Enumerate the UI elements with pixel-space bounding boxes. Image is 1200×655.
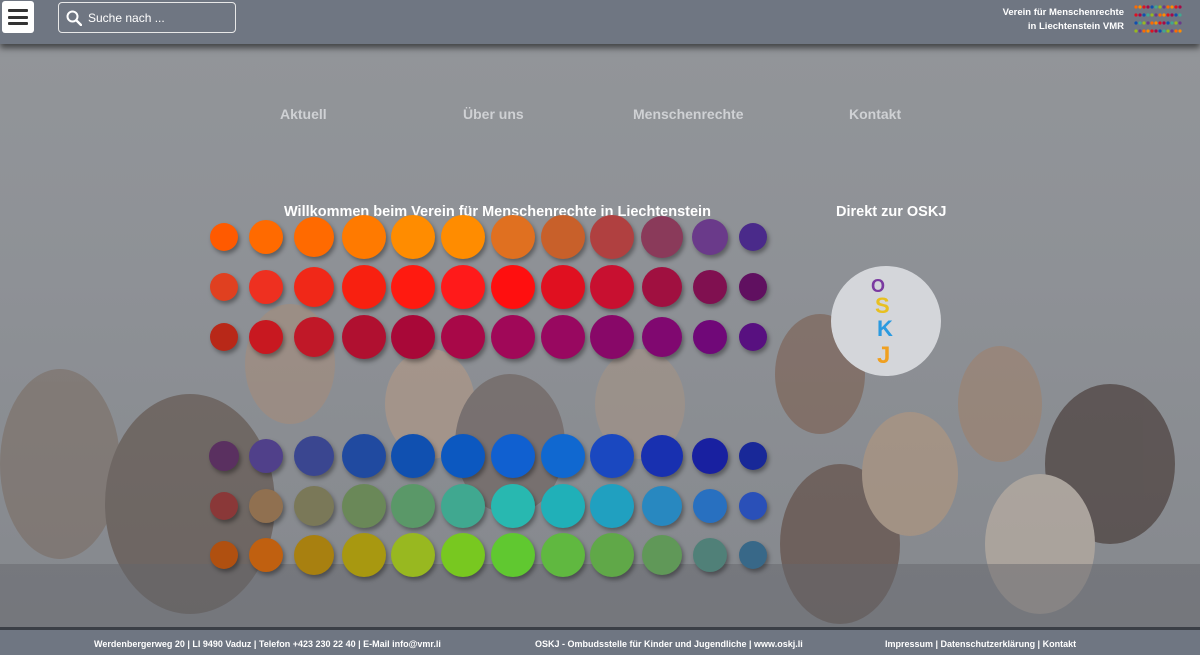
color-dot-top-2-8	[590, 315, 634, 359]
color-dot-bottom-1-7	[541, 484, 585, 528]
footer-oskj-link[interactable]: OSKJ - Ombudsstelle für Kinder und Jugen…	[535, 639, 803, 649]
color-dot-bottom-1-11	[739, 492, 767, 520]
oskj-letter-s: S	[875, 293, 890, 318]
brand-line-2: in Liechtenstein VMR	[1027, 21, 1124, 32]
color-dot-bottom-0-10	[692, 438, 728, 474]
color-dot-top-1-5	[441, 265, 485, 309]
color-dot-bottom-1-10	[693, 489, 727, 523]
color-dot-top-0-7	[541, 215, 585, 259]
color-dot-bottom-1-3	[342, 484, 386, 528]
oskj-letter-k: K	[877, 316, 893, 341]
color-dot-bottom-2-11	[739, 541, 767, 569]
color-dot-bottom-1-9	[642, 486, 682, 526]
color-dot-top-1-4	[391, 265, 435, 309]
color-dot-top-0-6	[491, 215, 535, 259]
color-dot-bottom-1-6	[491, 484, 535, 528]
brand-line-1: Verein für Menschenrechte	[1002, 7, 1124, 18]
color-dot-top-2-9	[642, 317, 682, 357]
color-dot-top-0-10	[692, 219, 728, 255]
color-dot-bottom-0-11	[739, 442, 767, 470]
color-dot-bottom-0-3	[342, 434, 386, 478]
hamburger-icon[interactable]	[2, 1, 34, 33]
color-dot-bottom-0-4	[391, 434, 435, 478]
color-dot-bottom-0-7	[541, 434, 585, 478]
color-dot-bottom-2-1	[249, 538, 283, 572]
color-dot-top-0-4	[391, 215, 435, 259]
oskj-logo-button[interactable]: O S K J	[831, 266, 941, 376]
color-dot-top-2-11	[739, 323, 767, 351]
color-dot-bottom-0-0	[209, 441, 239, 471]
color-dot-bottom-1-2	[294, 486, 334, 526]
color-dot-top-0-3	[342, 215, 386, 259]
color-dot-bottom-1-1	[249, 489, 283, 523]
color-dot-top-2-10	[693, 320, 727, 354]
welcome-heading: Willkommen beim Verein für Menschenrecht…	[284, 204, 711, 220]
color-dot-bottom-1-8	[590, 484, 634, 528]
color-dot-top-2-6	[491, 315, 535, 359]
main-nav: Aktuell Über uns Menschenrechte Kontakt	[0, 106, 1200, 126]
color-dot-top-0-2	[294, 217, 334, 257]
color-dot-top-1-10	[693, 270, 727, 304]
color-dot-bottom-2-4	[391, 533, 435, 577]
color-dot-bottom-2-9	[642, 535, 682, 575]
color-dot-top-1-7	[541, 265, 585, 309]
color-dot-top-2-1	[249, 320, 283, 354]
color-dot-top-0-1	[249, 220, 283, 254]
color-dot-bottom-2-3	[342, 533, 386, 577]
color-dot-top-1-2	[294, 267, 334, 307]
nav-item-aktuell[interactable]: Aktuell	[280, 106, 327, 122]
color-dot-bottom-2-2	[294, 535, 334, 575]
oskj-letter-j: J	[877, 342, 890, 369]
oskj-logo-icon: O S K J	[871, 276, 893, 369]
color-dot-top-2-3	[342, 315, 386, 359]
color-dot-bottom-2-6	[491, 533, 535, 577]
color-dot-bottom-2-8	[590, 533, 634, 577]
color-dot-bottom-0-8	[590, 434, 634, 478]
color-dot-bottom-1-0	[210, 492, 238, 520]
color-dot-bottom-2-7	[541, 533, 585, 577]
color-dot-bottom-2-0	[210, 541, 238, 569]
top-bar: Suche nach ... Verein für Menschenrechte…	[0, 0, 1200, 44]
color-dot-top-2-7	[541, 315, 585, 359]
color-dot-top-1-1	[249, 270, 283, 304]
color-dot-top-2-0	[210, 323, 238, 351]
color-dot-bottom-0-6	[491, 434, 535, 478]
color-dot-top-0-8	[590, 215, 634, 259]
footer-links[interactable]: Impressum | Datenschutzerklärung | Konta…	[885, 639, 1076, 649]
color-dot-top-0-11	[739, 223, 767, 251]
brand-text[interactable]: Verein für Menschenrechte in Liechtenste…	[1003, 6, 1124, 34]
vmr-logo-icon[interactable]	[1134, 3, 1184, 35]
color-dot-top-1-6	[491, 265, 535, 309]
color-dot-top-1-3	[342, 265, 386, 309]
color-dot-bottom-1-4	[391, 484, 435, 528]
color-dot-top-1-9	[642, 267, 682, 307]
color-dot-top-1-8	[590, 265, 634, 309]
color-dot-top-1-11	[739, 273, 767, 301]
color-dot-top-2-2	[294, 317, 334, 357]
color-dot-top-1-0	[210, 273, 238, 301]
nav-item-ueber-uns[interactable]: Über uns	[463, 106, 524, 122]
nav-item-menschenrechte[interactable]: Menschenrechte	[633, 106, 743, 122]
search-icon	[66, 10, 82, 26]
footer-address[interactable]: Werdenbergerweg 20 | LI 9490 Vaduz | Tel…	[94, 639, 441, 649]
search-input[interactable]: Suche nach ...	[58, 2, 236, 33]
color-dot-bottom-0-1	[249, 439, 283, 473]
color-dot-top-0-9	[641, 216, 683, 258]
color-dot-bottom-0-5	[441, 434, 485, 478]
color-dot-top-2-4	[391, 315, 435, 359]
color-dot-top-0-0	[210, 223, 238, 251]
color-dot-bottom-2-10	[693, 538, 727, 572]
color-dot-top-0-5	[441, 215, 485, 259]
color-dot-bottom-2-5	[441, 533, 485, 577]
search-placeholder: Suche nach ...	[88, 11, 165, 25]
oskj-heading: Direkt zur OSKJ	[836, 204, 947, 220]
nav-item-kontakt[interactable]: Kontakt	[849, 106, 901, 122]
color-dot-bottom-0-9	[641, 435, 683, 477]
hero-section: Aktuell Über uns Menschenrechte Kontakt …	[0, 44, 1200, 627]
color-dot-bottom-1-5	[441, 484, 485, 528]
color-dot-bottom-0-2	[294, 436, 334, 476]
color-dot-top-2-5	[441, 315, 485, 359]
footer: Werdenbergerweg 20 | LI 9490 Vaduz | Tel…	[0, 627, 1200, 655]
